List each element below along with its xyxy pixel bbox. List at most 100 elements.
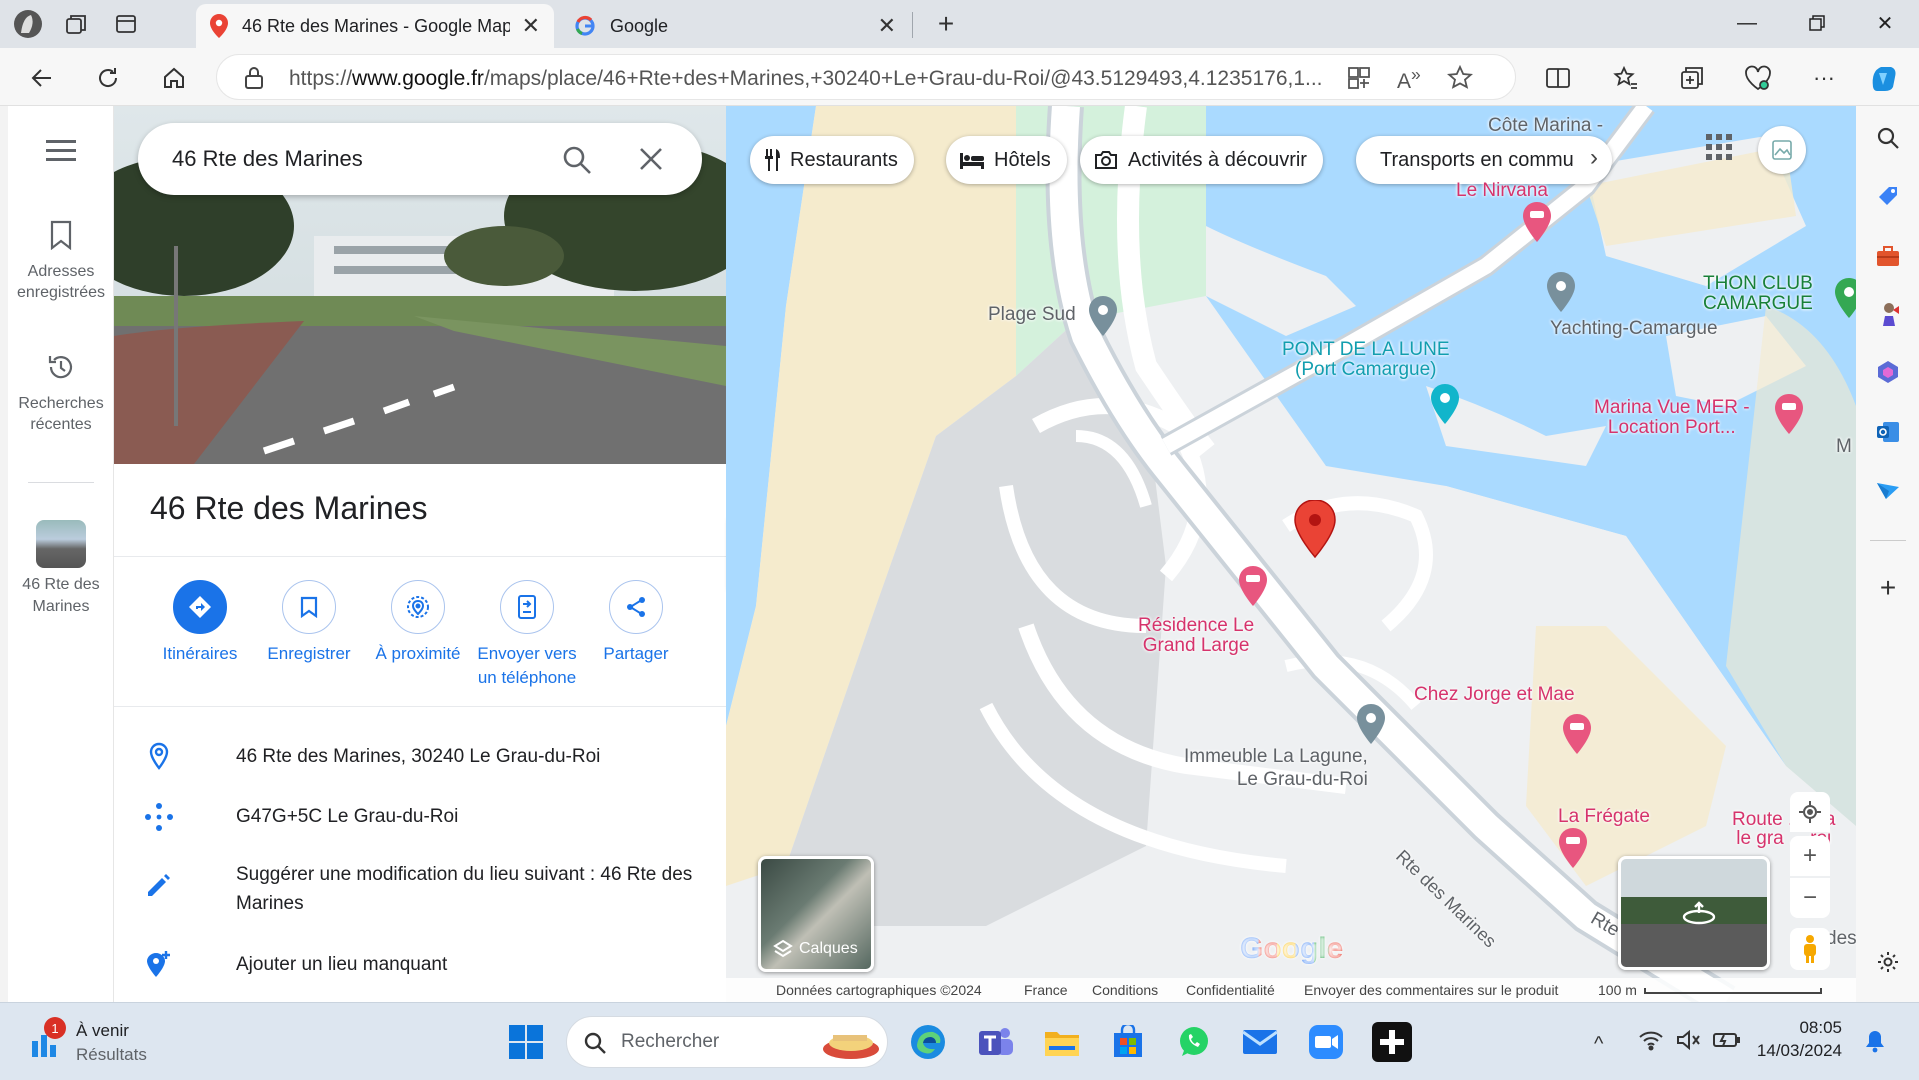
file-explorer-icon[interactable] [1042,1022,1082,1062]
pegman-button[interactable] [1790,928,1830,970]
search-icon[interactable] [1872,122,1904,154]
apps-grid-icon[interactable] [1706,134,1732,165]
copilot-icon[interactable] [1866,60,1902,96]
map-label[interactable]: THON CLUB CAMARGUE [1703,274,1813,314]
back-button[interactable] [24,60,60,96]
lock-icon[interactable] [243,66,265,95]
map-label[interactable]: Yachting-Camargue [1550,318,1718,340]
map-label[interactable]: Le Nirvana [1456,180,1548,202]
zoom-out-button[interactable]: − [1790,878,1830,918]
zoom-app-icon[interactable] [1306,1022,1346,1062]
battery-icon[interactable] [1712,1029,1742,1056]
map-pin-gray-icon[interactable] [1546,272,1576,312]
account-avatar[interactable] [1758,126,1806,174]
wifi-icon[interactable] [1638,1029,1664,1056]
close-tab-icon[interactable]: ✕ [522,13,540,39]
recent-place-item[interactable]: 46 Rte des Marines [8,520,114,617]
mail-icon[interactable] [1240,1022,1280,1062]
transit-chip[interactable]: Transports en commu › [1356,136,1612,184]
vertical-tabs-icon[interactable] [110,8,142,40]
layers-button[interactable]: Calques [758,856,874,972]
photo-spot-pin-icon[interactable] [1430,384,1460,424]
hotel-pin-icon[interactable] [1558,828,1588,868]
feedback-link[interactable]: Envoyer des commentaires sur le produit [1304,982,1558,998]
map-canvas[interactable]: Restaurants Hôtels Activités à découvrir… [726,106,1856,1002]
hotel-pin-icon[interactable] [1238,566,1268,606]
whatsapp-icon[interactable] [1174,1022,1214,1062]
address-bar[interactable]: https://www.google.fr/maps/place/46+Rte+… [216,54,1516,100]
add-sidebar-app-button[interactable]: + [1872,572,1904,604]
save-button[interactable]: Enregistrer [254,580,364,666]
microsoft-store-icon[interactable] [1108,1022,1148,1062]
hotel-pin-icon[interactable] [1774,394,1804,434]
restore-button[interactable] [1782,0,1852,46]
tools-briefcase-icon[interactable] [1872,240,1904,272]
browser-essentials-icon[interactable] [1740,60,1776,96]
restaurants-chip[interactable]: Restaurants [750,136,914,184]
map-pin-gray-icon[interactable] [1356,704,1386,744]
microsoft365-icon[interactable] [1872,356,1904,388]
hotel-pin-icon[interactable] [1562,714,1592,754]
menu-hamburger-icon[interactable] [46,140,76,167]
directions-button[interactable]: Itinéraires [145,580,255,666]
outlook-icon[interactable] [1872,416,1904,448]
my-location-button[interactable] [1790,792,1830,832]
map-label[interactable]: Côte Marina - [1488,115,1603,137]
hotels-chip[interactable]: Hôtels [946,136,1067,184]
map-pin-gray-icon[interactable] [1088,296,1118,336]
scale-label[interactable]: 100 m [1598,982,1637,998]
show-hidden-icons-chevron[interactable]: ^ [1594,1033,1603,1056]
share-button[interactable]: Partager [581,580,691,666]
chevron-right-icon[interactable]: › [1590,144,1598,172]
widgets-button[interactable]: 1 À venir Résultats [30,1017,160,1067]
green-pin-icon[interactable] [1834,278,1856,318]
search-input[interactable]: 46 Rte des Marines [172,146,363,172]
map-label[interactable]: Chez Jorge et Mae [1414,684,1575,706]
new-tab-button[interactable]: + [930,8,962,40]
privacy-link[interactable]: Confidentialité [1186,982,1275,998]
hotel-pin-icon[interactable] [1522,202,1552,242]
url-text[interactable]: https://www.google.fr/maps/place/46+Rte+… [289,67,1329,91]
collections-icon[interactable] [1674,60,1710,96]
activities-chip[interactable]: Activités à découvrir [1080,136,1323,184]
volume-muted-icon[interactable] [1676,1029,1702,1056]
search-icon[interactable] [562,145,592,180]
selected-location-pin-icon[interactable] [1294,500,1336,558]
settings-more-icon[interactable]: ··· [1806,60,1842,96]
teams-icon[interactable] [976,1022,1016,1062]
map-label[interactable]: Plage Sud [988,304,1076,326]
zoom-in-button[interactable]: + [1790,836,1830,876]
notifications-bell-icon[interactable] [1864,1029,1886,1058]
clock[interactable]: 08:05 14/03/2024 [1752,1017,1842,1063]
map-label[interactable]: PONT DE LA LUNE (Port Camargue) [1282,340,1450,380]
tab-google-maps[interactable]: 46 Rte des Marines - Google Maps ✕ [196,4,554,48]
shopping-tag-icon[interactable] [1872,180,1904,212]
plus-app-icon[interactable] [1372,1022,1412,1062]
saved-places-button[interactable]: Adresses enregistrées [8,220,114,304]
tab-google[interactable]: Google ✕ [560,4,910,48]
app-available-icon[interactable] [1347,66,1371,95]
minimize-button[interactable]: — [1712,0,1782,46]
close-window-button[interactable]: ✕ [1850,0,1919,46]
refresh-button[interactable] [90,60,126,96]
read-aloud-icon[interactable]: A» [1397,64,1421,94]
split-screen-icon[interactable] [1540,60,1576,96]
street-view-thumbnail[interactable] [1618,856,1770,970]
map-label[interactable]: Immeuble La Lagune, Le Grau-du-Roi [1184,746,1368,792]
nearby-button[interactable]: À proximité [363,580,473,666]
windows-start-icon[interactable] [506,1022,546,1062]
clear-search-icon[interactable] [638,146,664,177]
profile-avatar-icon[interactable] [12,8,44,40]
sidebar-settings-icon[interactable] [1872,946,1904,978]
map-label[interactable]: Résidence Le Grand Large [1138,616,1254,656]
favorite-star-icon[interactable] [1447,64,1473,96]
send-airplane-icon[interactable] [1872,474,1904,506]
games-chess-icon[interactable] [1872,298,1904,330]
favorites-icon[interactable] [1608,60,1644,96]
workspaces-icon[interactable] [60,8,92,40]
close-tab-icon[interactable]: ✕ [878,13,896,39]
map-label[interactable]: La Frégate [1558,806,1650,828]
country-link[interactable]: France [1024,982,1068,998]
edge-taskbar-icon[interactable] [908,1022,948,1062]
recent-searches-button[interactable]: Recherches récentes [8,352,114,436]
